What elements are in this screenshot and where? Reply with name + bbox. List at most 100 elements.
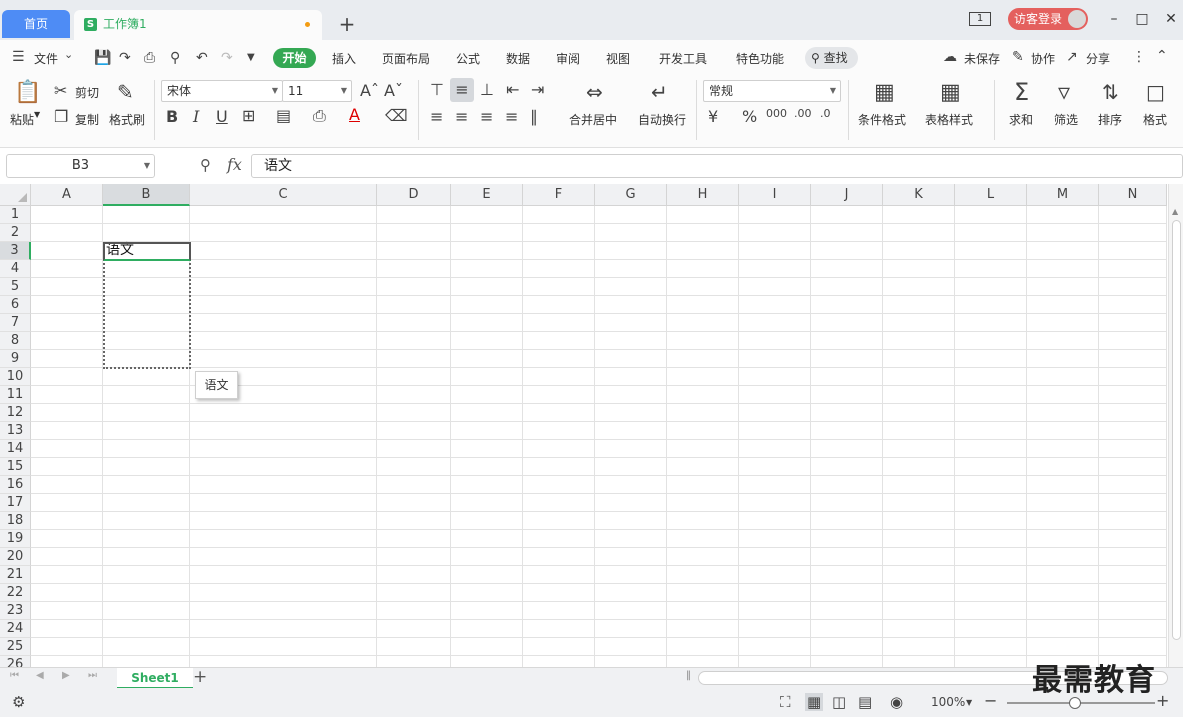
cell[interactable]	[523, 224, 595, 242]
cell[interactable]	[103, 206, 190, 224]
cell[interactable]	[811, 278, 883, 296]
cell[interactable]	[451, 314, 523, 332]
cell[interactable]	[595, 602, 667, 620]
cell[interactable]	[883, 206, 955, 224]
cell[interactable]	[667, 620, 739, 638]
menu-home[interactable]: 开始	[273, 48, 316, 68]
merge-center-icon[interactable]: ⇔	[586, 80, 603, 104]
align-middle-icon[interactable]: ≡	[450, 78, 474, 102]
cell[interactable]	[1027, 314, 1099, 332]
cell[interactable]	[667, 278, 739, 296]
cell[interactable]	[103, 548, 190, 566]
align-top-icon[interactable]: ⊤	[430, 80, 444, 99]
number-format-select[interactable]: 常规 ▼	[703, 80, 841, 102]
wrap-text-button[interactable]: 自动换行	[638, 111, 686, 128]
autocomplete-tooltip[interactable]: 语文	[195, 371, 238, 399]
cell[interactable]	[667, 656, 739, 667]
cell[interactable]	[1099, 350, 1167, 368]
cell[interactable]	[1099, 620, 1167, 638]
cell[interactable]	[523, 548, 595, 566]
cell[interactable]	[451, 566, 523, 584]
sheet-tab-sheet1[interactable]: Sheet1	[117, 668, 193, 689]
bold-icon[interactable]: B	[166, 107, 178, 126]
cell[interactable]	[190, 476, 377, 494]
percent-icon[interactable]: %	[742, 107, 757, 126]
cell[interactable]	[190, 584, 377, 602]
cell[interactable]	[811, 584, 883, 602]
cell[interactable]	[103, 404, 190, 422]
cell[interactable]	[31, 296, 103, 314]
cell[interactable]	[377, 530, 451, 548]
cell[interactable]	[31, 278, 103, 296]
cell[interactable]	[1027, 350, 1099, 368]
cell[interactable]	[451, 386, 523, 404]
cell[interactable]	[811, 656, 883, 667]
cell[interactable]	[595, 206, 667, 224]
cell[interactable]	[377, 440, 451, 458]
cell[interactable]	[595, 386, 667, 404]
cell[interactable]	[739, 296, 811, 314]
cell[interactable]	[1099, 386, 1167, 404]
decrease-decimal-icon[interactable]: .0	[820, 107, 831, 120]
cell[interactable]	[955, 350, 1027, 368]
cell[interactable]	[667, 314, 739, 332]
cell[interactable]	[1099, 224, 1167, 242]
cell[interactable]	[1027, 224, 1099, 242]
cell[interactable]	[190, 404, 377, 422]
cell[interactable]	[377, 656, 451, 667]
cell[interactable]	[955, 440, 1027, 458]
row-header[interactable]: 5	[0, 278, 31, 296]
cell[interactable]	[190, 602, 377, 620]
font-color-icon[interactable]: A	[349, 105, 360, 124]
cell[interactable]	[739, 494, 811, 512]
cell[interactable]	[31, 206, 103, 224]
vertical-scrollbar[interactable]: ▲	[1168, 184, 1183, 667]
sort-button[interactable]: 排序	[1098, 111, 1122, 128]
cell[interactable]	[377, 620, 451, 638]
cell[interactable]	[1099, 512, 1167, 530]
clear-format-icon[interactable]: ⌫	[385, 106, 408, 125]
cell[interactable]	[31, 458, 103, 476]
cell[interactable]	[1099, 530, 1167, 548]
cell[interactable]	[523, 494, 595, 512]
align-bottom-icon[interactable]: ⊥	[480, 80, 494, 99]
cell[interactable]	[103, 566, 190, 584]
thousands-separator-icon[interactable]: 000	[766, 107, 787, 120]
cell[interactable]	[811, 350, 883, 368]
cell[interactable]	[595, 530, 667, 548]
reading-mode-icon[interactable]: ◉	[890, 693, 903, 711]
cell[interactable]	[377, 206, 451, 224]
cell[interactable]	[31, 332, 103, 350]
cell[interactable]	[377, 278, 451, 296]
cell[interactable]	[883, 440, 955, 458]
cell[interactable]	[1027, 368, 1099, 386]
cell[interactable]	[955, 476, 1027, 494]
cell[interactable]	[595, 350, 667, 368]
cell[interactable]	[1099, 476, 1167, 494]
tab-workbook[interactable]: S 工作簿1	[74, 10, 322, 40]
cell[interactable]	[811, 386, 883, 404]
cell[interactable]	[451, 638, 523, 656]
column-header[interactable]: G	[595, 184, 667, 206]
fill-pattern-icon[interactable]: ▤	[276, 106, 291, 125]
cell[interactable]	[811, 404, 883, 422]
cell[interactable]	[883, 368, 955, 386]
chevron-down-icon[interactable]: ⌄	[64, 48, 73, 61]
cell[interactable]	[811, 620, 883, 638]
page-layout-view-icon[interactable]: ◫	[832, 693, 846, 711]
cell[interactable]	[523, 530, 595, 548]
cell[interactable]	[883, 638, 955, 656]
cell[interactable]	[523, 422, 595, 440]
table-style-icon[interactable]: ▦	[940, 80, 961, 105]
zoom-slider[interactable]	[1007, 702, 1155, 704]
cell[interactable]	[190, 440, 377, 458]
zoom-dropdown-icon[interactable]: ▼	[966, 698, 972, 707]
cell[interactable]	[1027, 512, 1099, 530]
cell[interactable]	[739, 278, 811, 296]
cell[interactable]	[451, 332, 523, 350]
row-header[interactable]: 20	[0, 548, 31, 566]
cell[interactable]	[667, 566, 739, 584]
cell[interactable]	[667, 548, 739, 566]
cell[interactable]	[739, 476, 811, 494]
zoom-formula-icon[interactable]: ⚲	[200, 156, 211, 174]
